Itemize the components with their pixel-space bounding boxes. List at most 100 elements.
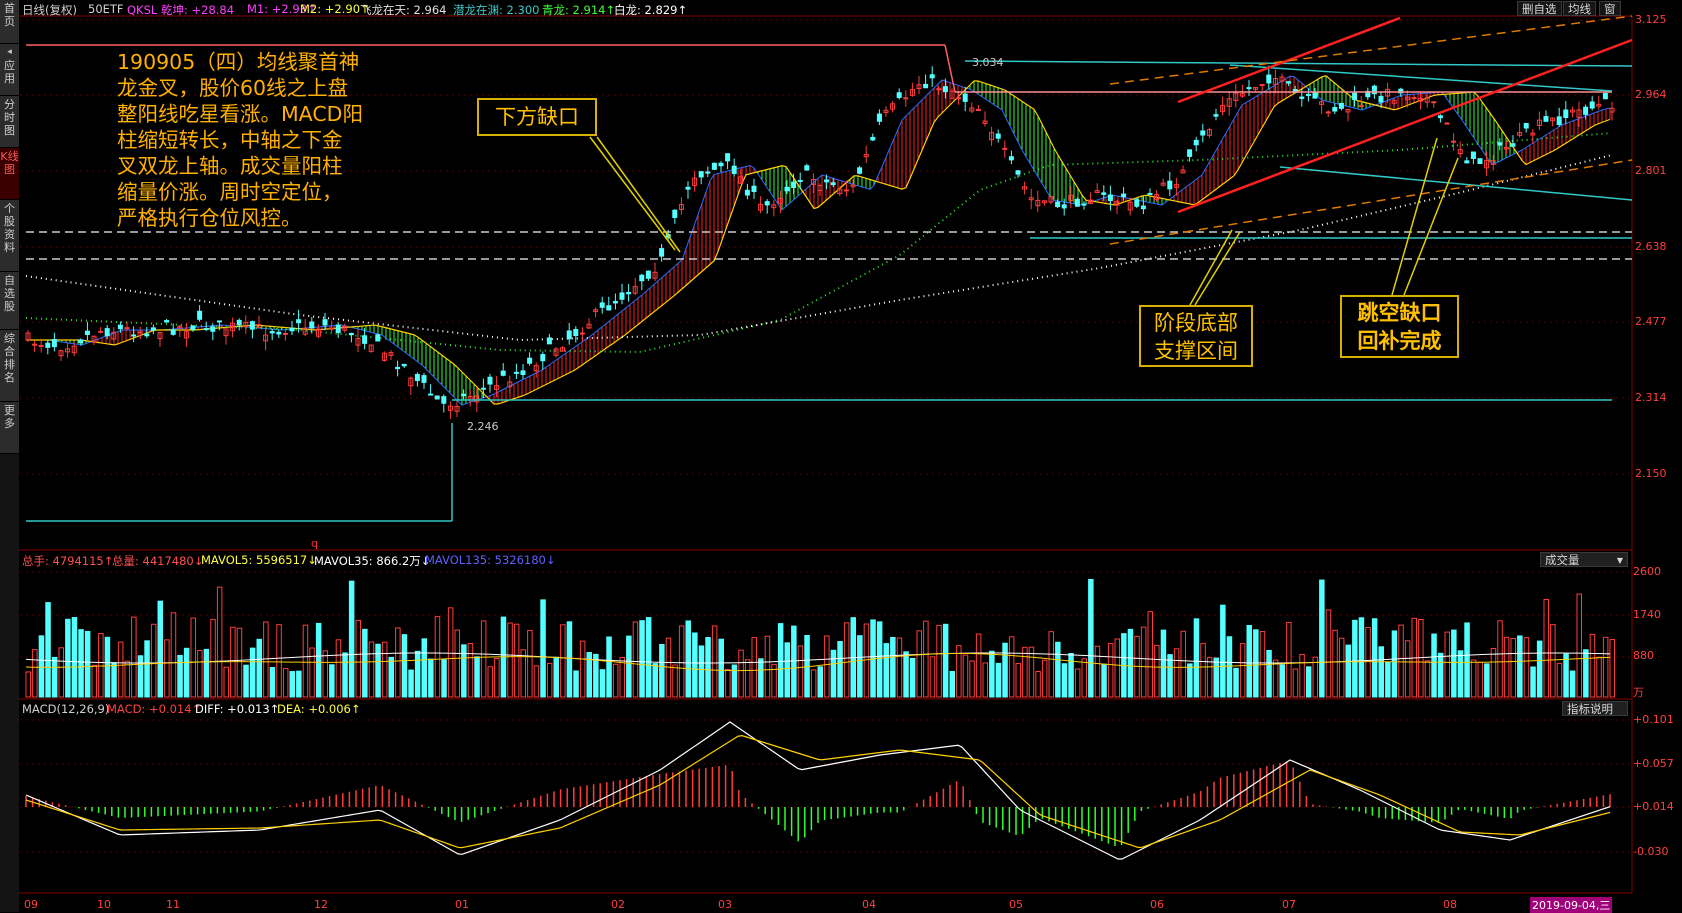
volume-bar: [909, 657, 916, 698]
window-button[interactable]: 窗: [1599, 1, 1621, 16]
candle-body: [513, 371, 519, 374]
volume-bar: [329, 664, 335, 698]
volume-bar: [969, 660, 975, 698]
candle-body: [296, 319, 302, 324]
macd-tick: +0.101: [1633, 713, 1674, 726]
note-line: 缩量价涨。周时空定位，: [117, 180, 343, 204]
volume-bar: [659, 643, 665, 698]
volume-bar: [929, 656, 936, 698]
volume-bar: [1279, 664, 1285, 698]
volume-bar: [1490, 647, 1497, 698]
candle-body: [942, 86, 948, 93]
candle-body: [1305, 93, 1311, 96]
volume-bar: [177, 654, 183, 698]
volume-bar: [1193, 618, 1200, 698]
volume-bar: [164, 639, 170, 698]
candle-body: [520, 370, 526, 376]
volume-tick: 2600: [1633, 565, 1661, 578]
volume-bar: [863, 623, 870, 698]
volume-bar: [744, 659, 751, 698]
candle-body: [164, 320, 170, 323]
candle-body: [197, 310, 203, 320]
indicator-feilong: 飞龙在天: 2.964: [360, 3, 447, 17]
volume-bar: [916, 630, 922, 698]
candle-body: [216, 320, 222, 323]
volume-bar: [1352, 619, 1358, 698]
price-tick: 2.150: [1635, 467, 1667, 480]
volume-bar: [1517, 635, 1523, 698]
volume-bar: [711, 625, 718, 698]
tab-watchlist[interactable]: 自选股: [0, 272, 19, 330]
volume-bar: [1332, 629, 1338, 698]
note-line: 整阳线吃星看涨。MACD阳: [117, 102, 363, 126]
volume-bar: [1596, 656, 1602, 698]
tab-stock-info[interactable]: 个股资料: [0, 200, 19, 272]
volume-bar: [507, 622, 513, 698]
volume-bar: [1609, 639, 1615, 698]
volume-bar: [1292, 668, 1299, 698]
volume-bar: [1167, 654, 1173, 698]
macd-diff: DIFF: +0.013↑: [195, 702, 280, 716]
volume-bar: [1200, 642, 1206, 698]
candle-body: [1589, 101, 1595, 109]
volume-bar: [1299, 653, 1305, 698]
candle-body: [1338, 102, 1344, 109]
remove-watchlist-button[interactable]: 删自选: [1517, 1, 1562, 16]
indicator-help-button[interactable]: 指标说明: [1562, 701, 1628, 716]
tab-timeshare[interactable]: 分时图: [0, 96, 19, 148]
volume-bar: [117, 641, 124, 698]
volume-bar: [890, 636, 896, 698]
macd-tick: +0.057: [1633, 757, 1674, 770]
volume-bar: [1147, 611, 1153, 698]
candle-body: [784, 186, 790, 192]
volume-bar: [1061, 663, 1068, 698]
candle-body: [923, 83, 929, 89]
volume-bar: [447, 607, 454, 698]
candle-body: [1378, 95, 1384, 103]
volume-indicator-select[interactable]: 成交量 ▼: [1540, 552, 1628, 567]
tab-more[interactable]: 更多: [0, 402, 19, 454]
candle-body: [150, 327, 156, 331]
candle-body: [876, 113, 882, 122]
candle-body: [395, 366, 401, 370]
candle-body: [362, 335, 368, 344]
volume-tick: 1740: [1633, 608, 1661, 621]
tab-ranking[interactable]: 综合排名: [0, 330, 19, 402]
low-price-label: 2.246: [467, 420, 499, 433]
candle-body: [612, 300, 618, 304]
candle-body: [751, 185, 757, 192]
volume-bar: [692, 632, 698, 698]
tab-home[interactable]: 首页: [0, 0, 19, 44]
volume-bar: [1418, 619, 1424, 698]
candle-body: [78, 339, 84, 344]
macd-value: MACD: +0.014↑: [107, 702, 202, 716]
candle-body: [1147, 192, 1153, 195]
price-tick: 2.314: [1635, 391, 1667, 404]
date-tick: 05: [1009, 898, 1023, 911]
volume-bar: [1437, 652, 1444, 698]
tab-kline[interactable]: K线图: [0, 148, 19, 200]
candle-body: [1286, 81, 1292, 84]
ma-button[interactable]: 均线: [1563, 1, 1596, 16]
candle-body: [830, 182, 836, 186]
candle-body: [84, 330, 90, 335]
candle-body: [896, 92, 902, 99]
volume-bar: [249, 647, 256, 698]
volume-bar: [1431, 633, 1437, 698]
callout-leader: [1194, 231, 1241, 306]
candle-body: [282, 332, 288, 335]
volume-bar: [1464, 622, 1470, 698]
volume-bar: [527, 629, 533, 698]
volume-bar: [989, 650, 995, 698]
candle-body: [1497, 142, 1503, 146]
date-tick: 04: [862, 898, 876, 911]
candle-body: [1602, 92, 1608, 100]
candle-body: [731, 165, 737, 174]
tab-apps[interactable]: ◂ 应用: [0, 44, 19, 96]
volume-bar: [1266, 649, 1272, 698]
volume-bar: [494, 658, 500, 698]
volume-bar: [1041, 659, 1048, 698]
volume-bar: [1556, 662, 1563, 698]
volume-bar: [71, 617, 78, 698]
volume-bar: [1088, 578, 1094, 698]
